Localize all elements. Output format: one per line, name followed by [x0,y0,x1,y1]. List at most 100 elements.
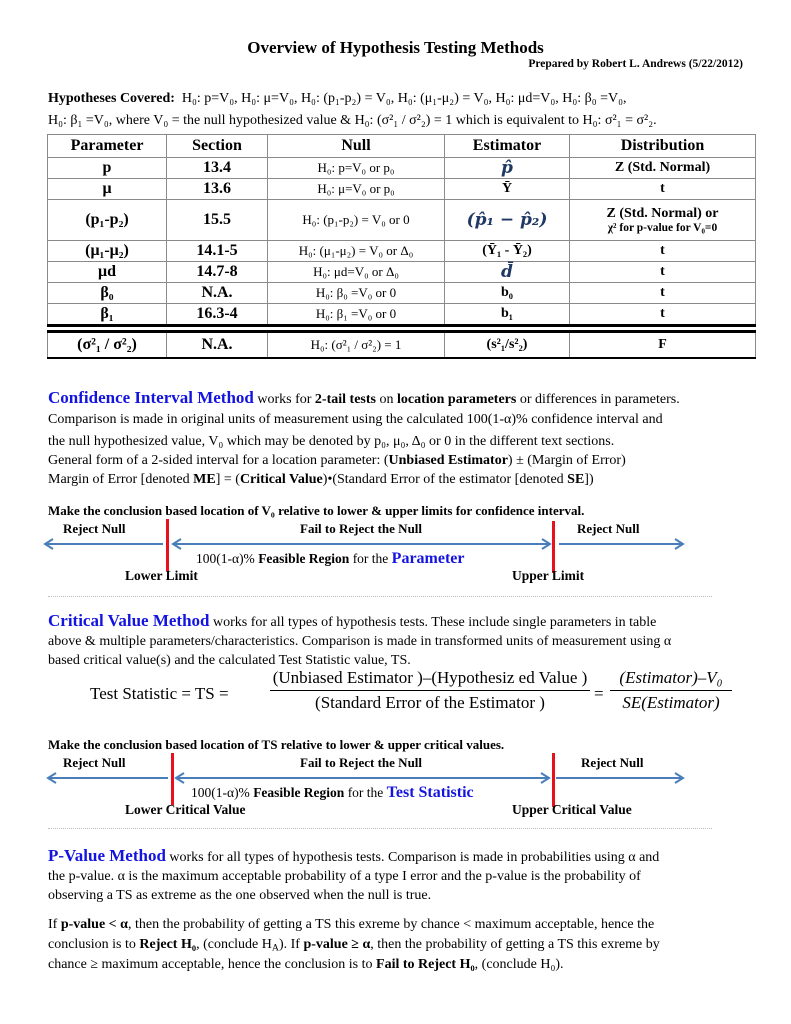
cell-null: H₀: μ=V₀ or p₀ [267,178,445,200]
table-row: (μ₁-μ₂) 14.1-5 H₀: (μ₁-μ₂) = V₀ or Δ₀ (Ȳ… [47,240,756,262]
ci-arrow-middle [171,538,552,550]
ci-feasible-region: 100(1-α)% Feasible Region for the Parame… [196,550,465,568]
ci-text: Margin of Error [denoted [48,472,194,487]
pv-heading: P-Value Method [48,846,166,865]
ci-heading: Confidence Interval Method [48,388,254,407]
ci-conclusion: Make the conclusion based location of V₀… [48,503,585,518]
feasible-bold: Feasible Region [258,551,350,566]
ci-text: on [375,392,397,407]
cv-method-section: Critical Value Method works for all type… [48,611,760,670]
pv-text: , then the probability of getting a TS t… [127,917,655,932]
ci-method-section: Confidence Interval Method works for 2-t… [48,388,760,489]
ci-text: ) ± (Margin of Error) [507,453,626,468]
cv-arrow-right [556,772,685,784]
table-row: (p₁-p₂) 15.5 H₀: (p₁-p₂) = V₀ or 0 (p̂₁ … [47,199,756,241]
pv-line-3: observing a TS as extreme as the one obs… [48,888,432,903]
ci-upper-limit-bar [552,521,555,573]
cell-parameter: p [47,157,167,179]
cell-estimator: p̂ [501,158,513,178]
cell-distribution: t [569,282,756,304]
formula-numerator-1: (Unbiased Estimator )–(Hypothesiz ed Val… [270,668,590,691]
cell-section: 14.7-8 [166,261,268,283]
hypotheses-list: H₀: p=V₀, H₀: μ=V₀, H₀: (p₁-p₂) = V₀, H₀… [181,91,627,106]
table-row: (σ²₁ / σ²₂) N.A. H₀: (σ²₁ / σ²₂) = 1 (s²… [47,331,756,359]
cv-upper-critical-bar [552,753,555,807]
cell-distribution: Z (Std. Normal) [569,157,756,179]
cell-estimator: d̄ [501,262,513,282]
cell-section: 16.3-4 [166,303,268,326]
cv-line-1: Critical Value Method works for all type… [48,611,760,632]
cell-section: 14.1-5 [166,240,268,262]
cell-distribution: F [569,331,756,359]
pv-method-section: P-Value Method works for all types of hy… [48,846,760,905]
ci-line-5: Margin of Error [denoted ME] = (Critical… [48,470,760,489]
cell-section: 13.4 [166,157,268,179]
cell-estimator: b₀ [444,282,570,304]
header-null: Null [267,134,445,158]
cv-diagram: Reject Null Fail to Reject the Null Reje… [0,752,791,822]
pv-text: ). If [278,937,304,952]
ci-upper-limit-label: Upper Limit [512,568,585,583]
header-distribution: Distribution [569,134,756,158]
cell-distribution: Z (Std. Normal) or χ² for p-value for V₀… [569,199,756,241]
cell-parameter: (σ²₁ / σ²₂) [47,331,167,359]
ci-arrow-left [43,538,163,550]
cell-estimator: (Ȳ₁ - Ȳ₂) [444,240,570,262]
hypotheses-line-2: H₀: β₁ =V₀, where V₀ = the null hypothes… [48,113,657,128]
ci-line-3: the null hypothesized value, V₀ which ma… [48,434,615,449]
ci-arrow-right [559,538,685,550]
ci-text: )•(Standard Error of the estimator [deno… [322,472,568,487]
feasible-text: 100(1-α)% [191,785,254,800]
cell-null: H₀: β₀ =V₀ or 0 [267,282,445,304]
header-section: Section [166,134,268,158]
table-row: β₀ N.A. H₀: β₀ =V₀ or 0 b₀ t [47,282,756,304]
ci-lower-limit-bar [166,519,169,571]
distribution-line-1: Z (Std. Normal) or [606,206,719,221]
table-row: μ 13.6 H₀: μ=V₀ or p₀ Ȳ t [47,178,756,200]
cell-distribution: t [569,240,756,262]
pv-decision-rule: If p-value < α, then the probability of … [48,915,760,975]
feasible-text: 100(1-α)% [196,551,259,566]
cell-section: 13.6 [166,178,268,200]
formula-fraction-2: (Estimator)–V₀ SE(Estimator) [610,668,732,713]
pv-line-2: the p-value. α is the maximum acceptable… [48,869,641,884]
author-line: Prepared by Robert L. Andrews (5/22/2012… [528,58,743,70]
ci-text: or differences in parameters. [516,392,680,407]
cv-heading: Critical Value Method [48,611,210,630]
cell-section: 15.5 [166,199,268,241]
hypotheses-covered: Hypotheses Covered: H₀: p=V₀, H₀: μ=V₀, … [48,88,758,132]
cell-parameter: β₀ [47,282,167,304]
cell-distribution: t [569,303,756,326]
cell-parameter: β₁ [47,303,167,326]
feasible-emph: Parameter [391,550,465,567]
cv-line-2: above & multiple parameters/characterist… [48,634,672,649]
cv-lower-critical-label: Lower Critical Value [125,802,246,817]
feasible-bold: Feasible Region [253,785,345,800]
pv-fail-to-reject-h0: Fail to Reject H₀ [376,957,475,972]
cell-estimator: (s²₁/s²₂) [444,331,570,359]
pv-text: chance ≥ maximum acceptable, hence the c… [48,957,377,972]
pv-text: , (conclude H [196,937,272,952]
cv-lower-critical-bar [171,753,174,805]
pv-condition-fail: p-value ≥ α [303,937,371,952]
ci-text: General form of a 2-sided interval for a… [48,453,389,468]
cv-upper-critical-label: Upper Critical Value [512,802,632,817]
table-header-row: Parameter Section Null Estimator Distrib… [47,134,756,158]
header-parameter: Parameter [47,134,167,158]
ci-bold-se: SE [567,472,585,487]
ci-line-2: Comparison is made in original units of … [48,412,663,427]
pv-text: , then the probability of getting a TS t… [370,937,660,952]
formula-lhs: Test Statistic = TS = [90,684,229,703]
cell-parameter: μd [47,261,167,283]
ci-bold-location: location parameters [396,392,517,407]
ci-diagram: Reject Null Fail to Reject the Null Reje… [0,518,791,588]
formula-equals: = [594,684,604,703]
cell-null: H₀: β₁ =V₀ or 0 [267,303,445,326]
cell-parameter: (μ₁-μ₂) [47,240,167,262]
cell-section: N.A. [166,331,268,359]
cell-null: H₀: (p₁-p₂) = V₀ or 0 [267,199,445,241]
cell-null: H₀: p=V₀ or p₀ [267,157,445,179]
cell-estimator: Ȳ [444,178,570,200]
ci-bold-unbiased: Unbiased Estimator [388,453,508,468]
ci-bold-2tail: 2-tail tests [314,392,376,407]
